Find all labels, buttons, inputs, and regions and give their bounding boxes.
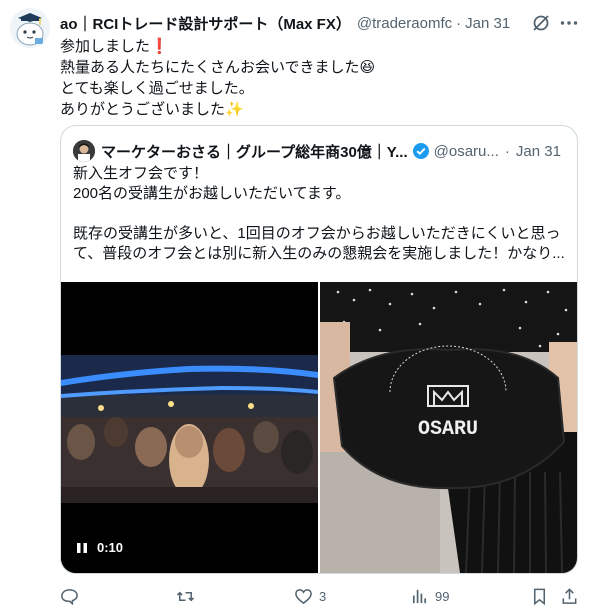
quoted-author-avatar <box>73 140 95 162</box>
video-time: 0:10 <box>97 540 124 555</box>
quoted-tweet-date: Jan 31 <box>515 142 561 160</box>
video-timestamp: 0:10 <box>75 540 123 555</box>
tweet-line: ありがとうございました✨ <box>60 101 244 118</box>
share-icon <box>562 587 577 604</box>
reply-icon <box>61 588 78 605</box>
video-player[interactable]: 0:10 <box>61 282 318 573</box>
quoted-line: 既存の受講生が多いと、1回目のオフ会からお越しいただきにくいと思っ <box>73 225 561 242</box>
author-avatar[interactable] <box>10 8 50 48</box>
views-chart-icon <box>412 589 427 603</box>
quoted-line: 新入生オフ会です！ <box>73 165 209 182</box>
retweet-button[interactable] <box>176 586 201 606</box>
tweet-text: 参加しました❗ 熱量ある人たちにたくさんお会いできました😆 とても楽しく過ごせま… <box>60 36 580 120</box>
grok-icon[interactable] <box>530 12 552 34</box>
more-options-icon[interactable] <box>558 12 580 34</box>
separator-dot: · <box>504 142 510 160</box>
author-handle[interactable]: @traderaomfc <box>357 15 452 32</box>
separator-dot: · <box>456 14 462 32</box>
mask-brand-text: OSARU <box>418 418 478 441</box>
quoted-tweet[interactable]: マーケターおさる｜グループ総年商30億｜Y... @osaru... · Jan… <box>60 125 578 574</box>
quoted-author-handle: @osaru... <box>433 142 499 160</box>
tweet-date[interactable]: Jan 31 <box>465 15 510 32</box>
quoted-tweet-text: 新入生オフ会です！ 200名の受講生がお越しいただいてます。 既存の受講生が多い… <box>73 164 569 264</box>
author-name[interactable]: ao｜RCIトレード設計サポート（Max FX） <box>60 13 351 34</box>
views-button[interactable]: 99 <box>410 586 449 606</box>
tweet-line: とても楽しく過ごせました。 <box>60 80 254 97</box>
photo-attachment[interactable]: OSARU <box>320 282 577 573</box>
reply-button[interactable] <box>60 586 85 606</box>
like-count: 3 <box>319 588 327 604</box>
quoted-line: 200名の受講生がお越しいただいてます。 <box>73 185 351 202</box>
like-button[interactable]: 3 <box>294 586 326 606</box>
quoted-blank-line <box>73 204 569 224</box>
quoted-media: 0:10 OSARU <box>61 282 577 573</box>
tweet-line: 熱量ある人たちにたくさんお会いできました😆 <box>60 59 376 76</box>
quoted-tweet-header: マーケターおさる｜グループ総年商30億｜Y... @osaru... · Jan… <box>73 140 565 162</box>
verified-badge-icon <box>412 143 429 159</box>
tweet-header: ao｜RCIトレード設計サポート（Max FX） @traderaomfc · … <box>60 12 578 34</box>
video-frame <box>61 282 318 573</box>
tweet-line: 参加しました❗ <box>60 38 169 55</box>
tweet-actions: 3 99 <box>60 586 582 606</box>
photo-image: OSARU <box>320 282 577 573</box>
quoted-author-name: マーケターおさる｜グループ総年商30億｜Y... <box>101 143 408 161</box>
heart-icon <box>295 588 312 604</box>
share-button[interactable] <box>560 586 579 606</box>
retweet-icon <box>176 591 195 601</box>
views-count: 99 <box>435 588 450 604</box>
bookmark-button[interactable] <box>530 586 549 606</box>
pause-icon[interactable] <box>75 541 89 555</box>
bookmark-icon <box>533 588 546 605</box>
quoted-line: て、普段のオフ会とは別に新入生のみの懇親会を実施しました！かなり... <box>73 245 565 262</box>
